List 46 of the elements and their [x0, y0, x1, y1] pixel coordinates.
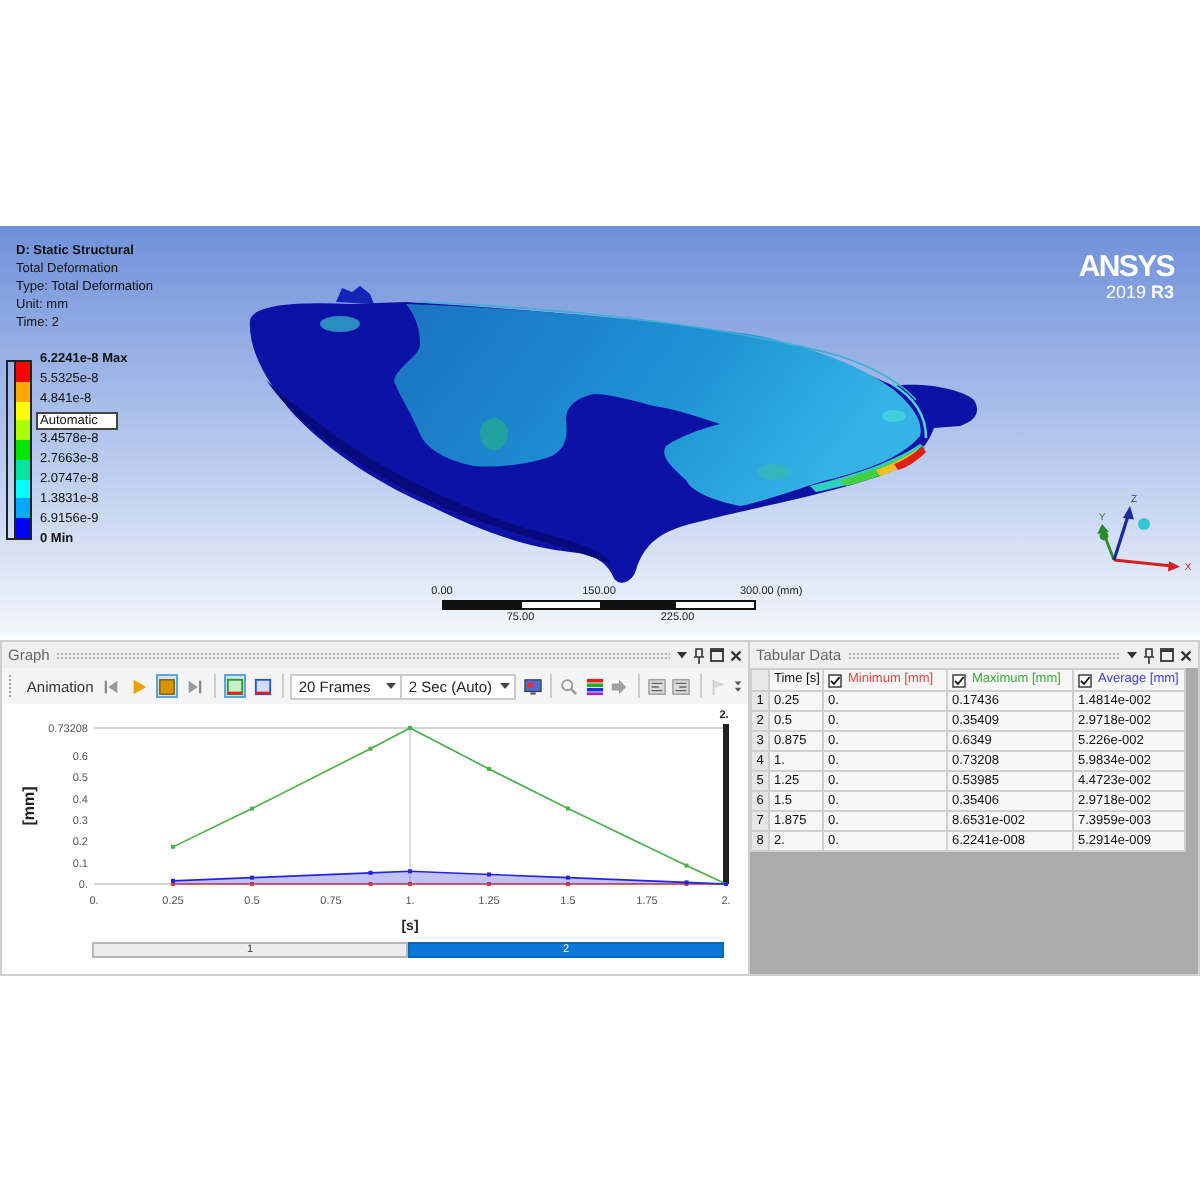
title-bar-grip[interactable] — [55, 651, 670, 659]
align-left-button[interactable] — [646, 674, 666, 698]
overflow-icon[interactable] — [734, 677, 743, 695]
toolbar-grip[interactable] — [8, 674, 13, 698]
dropdown-icon[interactable] — [1126, 650, 1138, 660]
export-button[interactable] — [522, 674, 542, 698]
legend-button[interactable] — [584, 674, 604, 698]
title-bar-grip[interactable] — [847, 651, 1120, 659]
flag-icon — [709, 677, 728, 695]
lines-icon — [672, 677, 691, 695]
stop-button[interactable] — [155, 674, 178, 698]
close-icon[interactable] — [1180, 649, 1192, 661]
y-axis-title: [mm] — [20, 786, 38, 826]
maximize-icon[interactable] — [710, 648, 724, 662]
table-frame-icon — [253, 677, 272, 695]
x-axis-arrow — [1113, 558, 1180, 572]
dropdown-icon[interactable] — [676, 650, 688, 660]
zoom-icon — [560, 677, 579, 695]
align-right-button[interactable] — [672, 674, 692, 698]
skip-forward-icon — [185, 677, 204, 695]
sphere-icon — [1138, 518, 1150, 530]
logo-wordmark: ANSYS — [1078, 252, 1174, 282]
monitor-icon — [523, 677, 542, 695]
skip-back-icon — [101, 677, 120, 695]
color-bars-icon — [585, 677, 604, 695]
close-icon[interactable] — [730, 649, 742, 661]
y-axis-arrow — [1097, 524, 1116, 561]
arrow-icon — [610, 677, 629, 695]
chart-view-button[interactable] — [223, 674, 246, 698]
data-point — [368, 870, 373, 875]
version-label: 2019 R3 — [1105, 282, 1174, 302]
data-point — [368, 746, 373, 751]
pin-icon[interactable] — [694, 647, 704, 663]
stop-icon — [157, 677, 176, 695]
checkbox[interactable] — [952, 673, 966, 687]
pin-icon[interactable] — [1144, 647, 1154, 663]
table-view-button[interactable] — [251, 674, 274, 698]
z-axis-arrow — [1112, 506, 1134, 561]
caret-icon — [500, 682, 511, 690]
lines-icon — [647, 677, 666, 695]
checkbox[interactable] — [828, 673, 842, 687]
maximize-icon[interactable] — [1160, 648, 1174, 662]
checkbox[interactable] — [1078, 673, 1092, 687]
chart-frame-icon — [225, 677, 244, 695]
caret-icon — [386, 682, 397, 690]
play-icon — [129, 677, 148, 695]
